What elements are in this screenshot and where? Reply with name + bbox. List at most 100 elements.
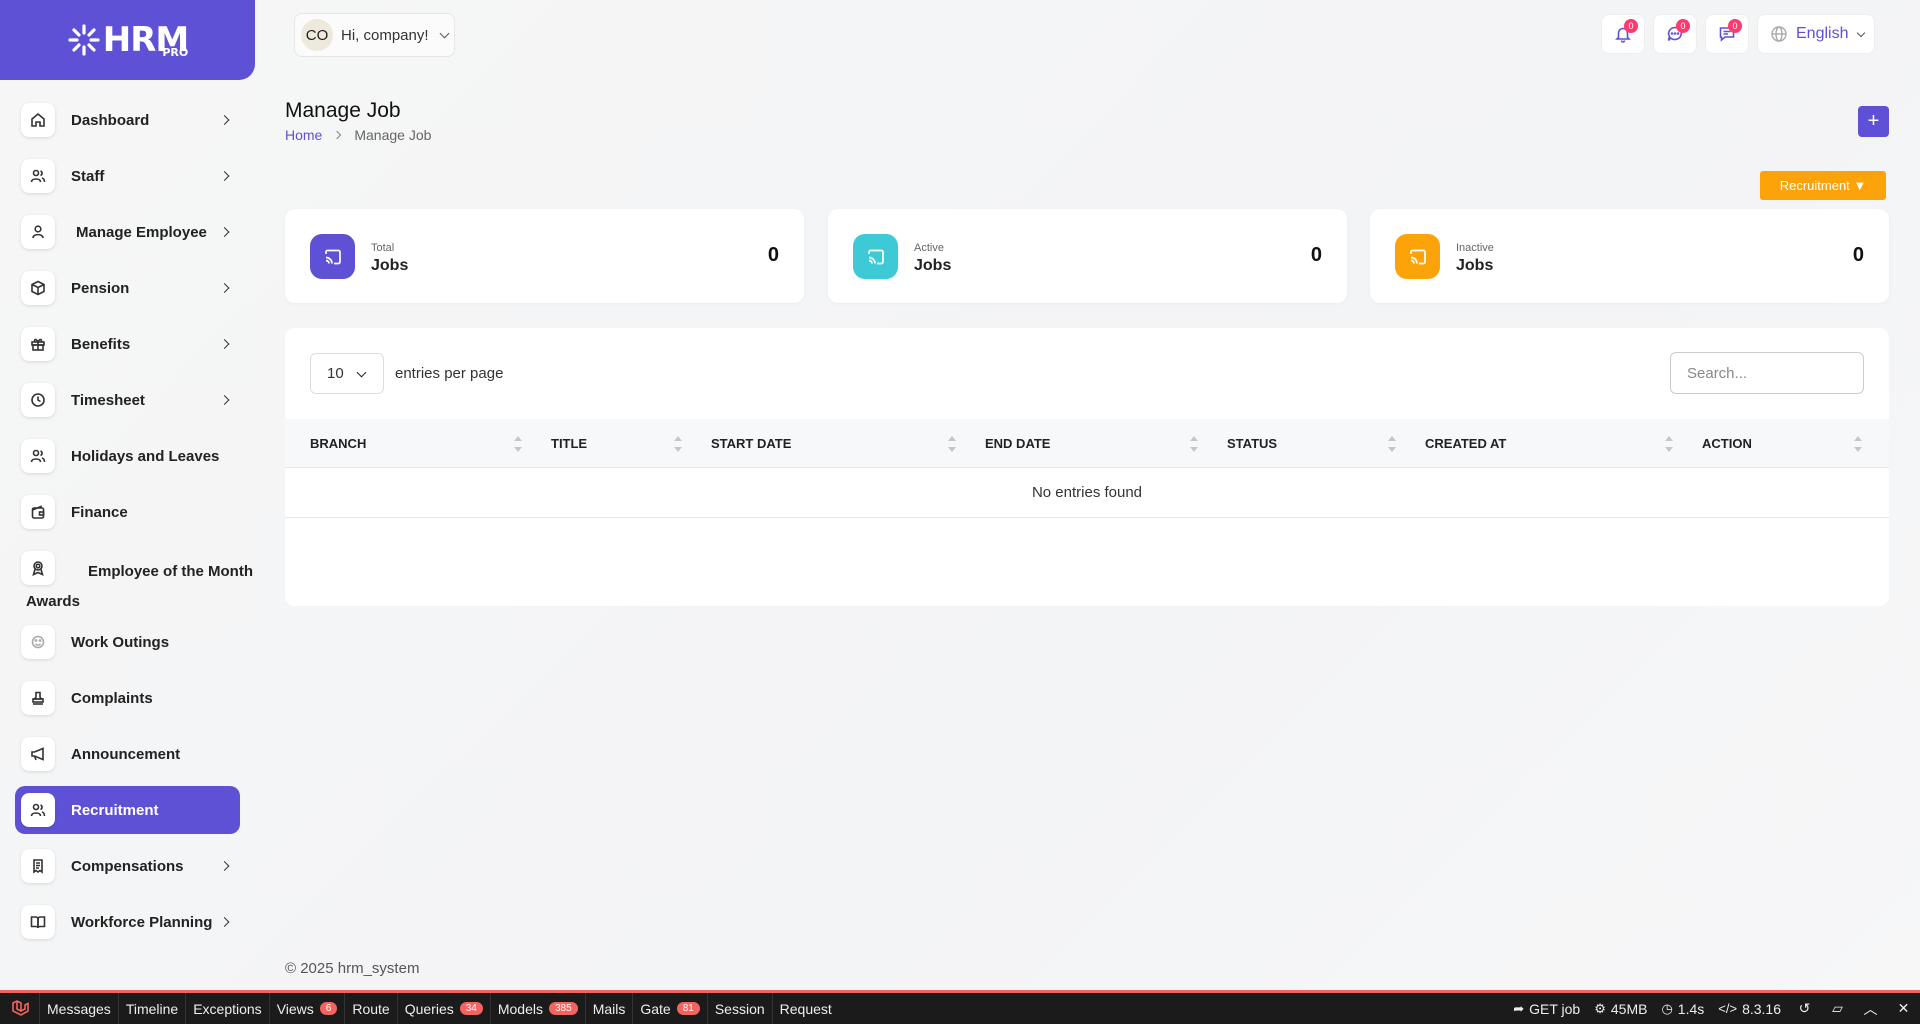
sidebar-nav: Dashboard Staff Manage Employee Pension: [15, 96, 253, 954]
count-badge: 34: [459, 1002, 483, 1015]
avatar: CO: [301, 19, 333, 51]
sort-icon[interactable]: [1854, 436, 1862, 452]
stat-label-small: Active: [914, 242, 944, 254]
sidebar-item-label: Work Outings: [71, 633, 170, 651]
laravel-logo-icon[interactable]: [0, 993, 40, 1024]
close-icon[interactable]: ✕: [1887, 993, 1920, 1024]
sort-icon[interactable]: [674, 436, 682, 452]
sidebar-item-benefits[interactable]: Benefits: [15, 320, 240, 368]
page-title: Manage Job: [285, 99, 401, 122]
sidebar-item-work-outings[interactable]: Work Outings: [15, 618, 240, 666]
debug-tab-queries[interactable]: Queries 34: [398, 993, 491, 1024]
breadcrumb-current: Manage Job: [354, 127, 432, 143]
column-header-start-date[interactable]: START DATE: [711, 419, 791, 468]
sort-icon[interactable]: [1665, 436, 1673, 452]
sidebar-item-label: Finance: [71, 503, 128, 521]
users-icon: [21, 159, 55, 193]
debug-tab-exceptions[interactable]: Exceptions: [186, 993, 270, 1024]
notifications-button[interactable]: 0: [1601, 14, 1645, 54]
logo-sub: PRO: [162, 46, 189, 59]
column-header-action[interactable]: ACTION: [1702, 419, 1752, 468]
column-header-status[interactable]: STATUS: [1227, 419, 1277, 468]
award-icon: [21, 551, 55, 585]
sidebar-item-label: Manage Employee: [76, 223, 207, 241]
stat-card-active-jobs: Active Jobs 0: [828, 209, 1347, 303]
chevron-right-icon: [219, 171, 230, 181]
entries-per-page-select[interactable]: 10: [310, 353, 384, 394]
chevron-up-icon[interactable]: ︿: [1854, 993, 1887, 1024]
chevron-down-icon: [1857, 28, 1866, 37]
debug-tab-session[interactable]: Session: [708, 993, 773, 1024]
stat-label: Jobs: [914, 257, 952, 274]
chevron-right-icon: [219, 227, 230, 237]
cast-icon: [853, 234, 898, 279]
jobs-table-card: 10 entries per page BRANCH TITLE START D…: [285, 328, 1889, 606]
debug-tab-timeline[interactable]: Timeline: [119, 993, 187, 1024]
column-header-end-date[interactable]: END DATE: [985, 419, 1050, 468]
debug-tab-request[interactable]: Request: [773, 993, 839, 1024]
count-badge: 81: [676, 1002, 700, 1015]
debug-tab-gate[interactable]: Gate 81: [633, 993, 708, 1024]
user-icon: [21, 215, 55, 249]
recruitment-dropdown-button[interactable]: Recruitment ▼: [1760, 171, 1886, 200]
stat-label: Jobs: [1456, 257, 1494, 274]
sidebar-item-holidays-and-leaves[interactable]: Holidays and Leaves: [15, 432, 240, 480]
entries-per-page: 10 entries per page: [310, 353, 503, 394]
sidebar-item-label: Staff: [71, 167, 105, 185]
message-count-badge: 0: [1728, 19, 1742, 33]
language-selector[interactable]: English: [1757, 14, 1875, 54]
sort-icon[interactable]: [1388, 436, 1396, 452]
sidebar-item-staff[interactable]: Staff: [15, 152, 240, 200]
sidebar-item-label: Pension: [71, 279, 130, 297]
stat-card-total-jobs: Total Jobs 0: [285, 209, 804, 303]
debug-tab-views[interactable]: Views 6: [270, 993, 346, 1024]
users-icon: [21, 793, 55, 827]
breadcrumb-home-link[interactable]: Home: [285, 127, 322, 143]
chevron-down-icon: [439, 28, 449, 38]
sidebar-item-announcement[interactable]: Announcement: [15, 730, 240, 778]
column-header-branch[interactable]: BRANCH: [310, 419, 366, 468]
sidebar-item-finance[interactable]: Finance: [15, 488, 240, 536]
breadcrumb: Home Manage Job: [285, 127, 431, 143]
sidebar-item-label: Compensations: [71, 857, 184, 875]
add-job-button[interactable]: +: [1858, 106, 1889, 137]
debug-tab-mails[interactable]: Mails: [586, 993, 634, 1024]
chevron-right-icon: [219, 395, 230, 405]
history-icon[interactable]: ↺: [1788, 993, 1821, 1024]
debug-request-route[interactable]: ➦ GET job: [1506, 993, 1587, 1024]
column-header-created-at[interactable]: CREATED AT: [1425, 419, 1506, 468]
sidebar-item-pension[interactable]: Pension: [15, 264, 240, 312]
chat-button[interactable]: 0: [1653, 14, 1697, 54]
debug-tab-route[interactable]: Route: [345, 993, 398, 1024]
logo-banner[interactable]: HRM PRO: [0, 0, 255, 80]
debug-php-version: </> 8.3.16: [1718, 1000, 1781, 1017]
user-menu[interactable]: CO Hi, company!: [294, 13, 455, 57]
table-empty-message: No entries found: [285, 468, 1889, 518]
sidebar-item-dashboard[interactable]: Dashboard: [15, 96, 240, 144]
stat-value: 0: [767, 244, 779, 266]
messages-button[interactable]: 0: [1705, 14, 1749, 54]
debug-bar: Messages Timeline Exceptions Views 6 Rout…: [0, 990, 1920, 1024]
sidebar-item-manage-employee[interactable]: Manage Employee: [15, 208, 240, 256]
search-input[interactable]: [1670, 352, 1864, 394]
sort-icon[interactable]: [1190, 436, 1198, 452]
folder-open-icon[interactable]: ▱: [1821, 993, 1854, 1024]
receipt-icon: [21, 849, 55, 883]
sort-icon[interactable]: [948, 436, 956, 452]
sidebar-item-label: Holidays and Leaves: [71, 447, 220, 465]
sidebar-item-compensations[interactable]: Compensations: [15, 842, 240, 890]
column-header-title[interactable]: TITLE: [551, 419, 587, 468]
sidebar-item-complaints[interactable]: Complaints: [15, 674, 240, 722]
sidebar-item-workforce-planning[interactable]: Workforce Planning: [15, 898, 240, 946]
sidebar-item-timesheet[interactable]: Timesheet: [15, 376, 240, 424]
gift-icon: [21, 327, 55, 361]
sidebar-item-employee-of-the-month-awards[interactable]: Employee of the Month Awards: [15, 544, 253, 610]
debug-time[interactable]: ◷ 1.4s: [1654, 993, 1711, 1024]
sidebar-item-recruitment[interactable]: Recruitment: [15, 786, 240, 834]
home-icon: [21, 103, 55, 137]
debug-tab-models[interactable]: Models 385: [491, 993, 586, 1024]
debug-tab-messages[interactable]: Messages: [40, 993, 119, 1024]
sort-icon[interactable]: [514, 436, 522, 452]
share-arrow-icon: ➦: [1513, 1000, 1525, 1016]
stat-value: 0: [1310, 244, 1322, 266]
